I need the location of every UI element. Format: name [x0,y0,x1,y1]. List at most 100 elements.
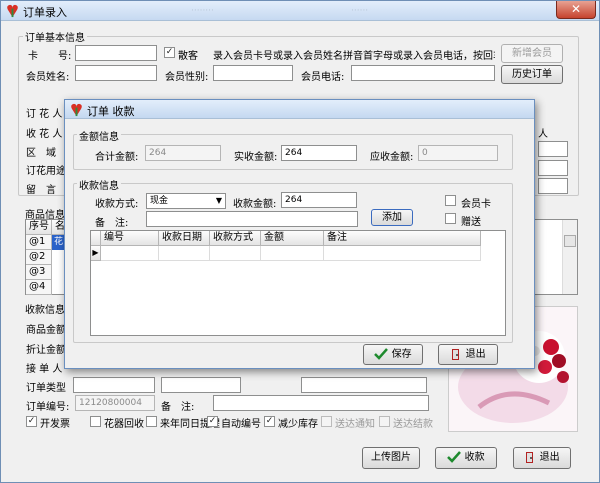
receiver-label: 收 花 人 [26,129,63,140]
actual-input[interactable]: 264 [281,145,357,161]
close-button[interactable]: ✕ [556,1,596,19]
vase-recycle-checkbox[interactable] [90,416,101,427]
gift-checkbox[interactable] [445,213,456,224]
dialog-titlebar: 订单 收款 [65,100,534,119]
exit-button[interactable]: 退出 [513,447,571,469]
total-input[interactable]: 264 [145,145,221,161]
history-orders-button[interactable]: 历史订单 [501,65,563,84]
main-titlebar: 订单录入 ········ ······ ✕ [1,1,599,21]
door-exit-icon [452,348,460,360]
goods-col-index[interactable]: 序号 [26,220,52,235]
collect-label: 收款 [464,452,485,463]
payment-col-remark[interactable]: 备注 [324,231,481,246]
method-value: 现金 [150,196,169,206]
payment-cell-no[interactable] [101,246,159,261]
auto-number-label: 自动编号 [221,419,261,430]
delivery-settle-checkbox[interactable] [379,416,390,427]
member-gender-input[interactable] [213,65,293,81]
dialog-remark-input[interactable] [146,211,358,227]
ghost-text-2: ······ [351,6,369,16]
collect-legend: 收款信息 [77,177,121,192]
new-member-button[interactable]: 新增会员 [501,44,563,63]
purpose-label: 订花用途 [26,166,66,177]
payment-cell-date[interactable] [159,246,210,261]
amount-legend: 金额信息 [77,128,121,143]
payment-grid-corner [91,231,101,246]
goods-row-1[interactable]: @1 [26,235,52,250]
chevron-down-icon: ▼ [215,196,223,205]
add-button[interactable]: 添加 [371,209,413,226]
card-hint: 录入会员卡号或录入会员姓名拼音首字母或录入会员电话，按回车... [213,51,495,62]
goods-scrollbar[interactable] [562,220,577,294]
total-label: 合计金额: [95,152,139,163]
discount-label: 折让金额 [26,345,66,356]
payment-cell-method[interactable] [210,246,261,261]
invoice-checkbox[interactable]: ✓ [26,416,37,427]
message-label: 留 言 [26,185,56,196]
message-right-input[interactable] [538,178,568,194]
walkin-label: 散客 [178,51,198,62]
check-icon [374,348,389,360]
delivery-notify-label: 送达通知 [335,419,375,430]
anniversary-checkbox[interactable] [146,416,157,427]
row-pointer-icon: ▶ [91,246,101,261]
member-phone-input[interactable] [351,65,495,81]
goods-row-2[interactable]: @2 [26,250,52,265]
door-exit-icon [526,451,534,463]
received-input[interactable]: 264 [281,192,357,208]
order-no-input[interactable]: 12120800004 [75,395,155,411]
payment-col-no[interactable]: 编号 [101,231,159,246]
order-type-label: 订单类型 [26,383,66,394]
order-type-select[interactable] [73,377,155,393]
dialog-exit-label: 退出 [465,349,486,360]
payment-col-date[interactable]: 收款日期 [159,231,210,246]
order-type-right[interactable] [301,377,427,393]
payment-col-method[interactable]: 收款方式 [210,231,261,246]
member-gender-label: 会员性别: [165,72,209,83]
card-input[interactable] [75,45,157,61]
card-label: 卡 号: [28,51,72,62]
auto-number-checkbox[interactable]: ✓ [207,416,218,427]
taker-label: 接 单 人 [26,364,63,375]
dialog-title: 订单 收款 [87,105,135,118]
method-select[interactable]: 现金 ▼ [146,193,226,209]
options-row: ✓ 开发票 花器回收 来年同日提醒 ✓ 自动编号 ✓ 减少库存 送达通知 送达结… [26,415,446,430]
member-card-checkbox[interactable] [445,195,456,206]
actual-label: 实收金额: [234,152,278,163]
payment-grid[interactable]: 编号 收款日期 收款方式 金额 备注 ▶ [90,230,506,336]
payment-dialog: 订单 收款 金额信息 合计金额: 264 实收金额: 264 应收金额: 0 收… [64,99,535,369]
app-flower-icon [7,4,18,18]
walkin-checkbox[interactable]: ✓ [164,47,175,58]
dialog-exit-button[interactable]: 退出 [438,344,498,365]
goods-row-4[interactable]: @4 [26,280,52,295]
gift-label: 赠送 [461,217,481,228]
due-input[interactable]: 0 [418,145,498,161]
main-title: 订单录入 [23,6,67,19]
ghost-text-1: ········ [191,6,214,16]
goods-scroll-thumb[interactable] [564,235,576,247]
reduce-stock-label: 减少库存 [278,419,318,430]
purpose-right-input[interactable] [538,160,568,176]
method-label: 收款方式: [95,199,139,210]
goods-row-3[interactable]: @3 [26,265,52,280]
member-name-label: 会员姓名: [26,72,70,83]
exit-label: 退出 [539,452,560,463]
order-no-label: 订单编号: [26,402,70,413]
reduce-stock-checkbox[interactable]: ✓ [264,416,275,427]
payinfo-legend: 收款信息 [23,301,67,316]
collect-button[interactable]: 收款 [435,447,497,469]
remark-input[interactable] [213,395,429,411]
upload-image-button[interactable]: 上传图片 [362,447,420,469]
payment-cell-amount[interactable] [261,246,324,261]
region-right-input[interactable] [538,141,568,157]
payment-col-amount[interactable]: 金额 [261,231,324,246]
member-name-input[interactable] [75,65,157,81]
vase-recycle-label: 花器回收 [104,419,144,430]
delivery-notify-checkbox[interactable] [321,416,332,427]
orderer-label: 订 花 人 [26,109,63,120]
payment-cell-remark[interactable] [324,246,481,261]
save-button[interactable]: 保存 [363,344,423,365]
save-label: 保存 [391,349,412,360]
receiver-suffix-label: 人 [538,129,548,140]
order-type-extra[interactable] [161,377,241,393]
